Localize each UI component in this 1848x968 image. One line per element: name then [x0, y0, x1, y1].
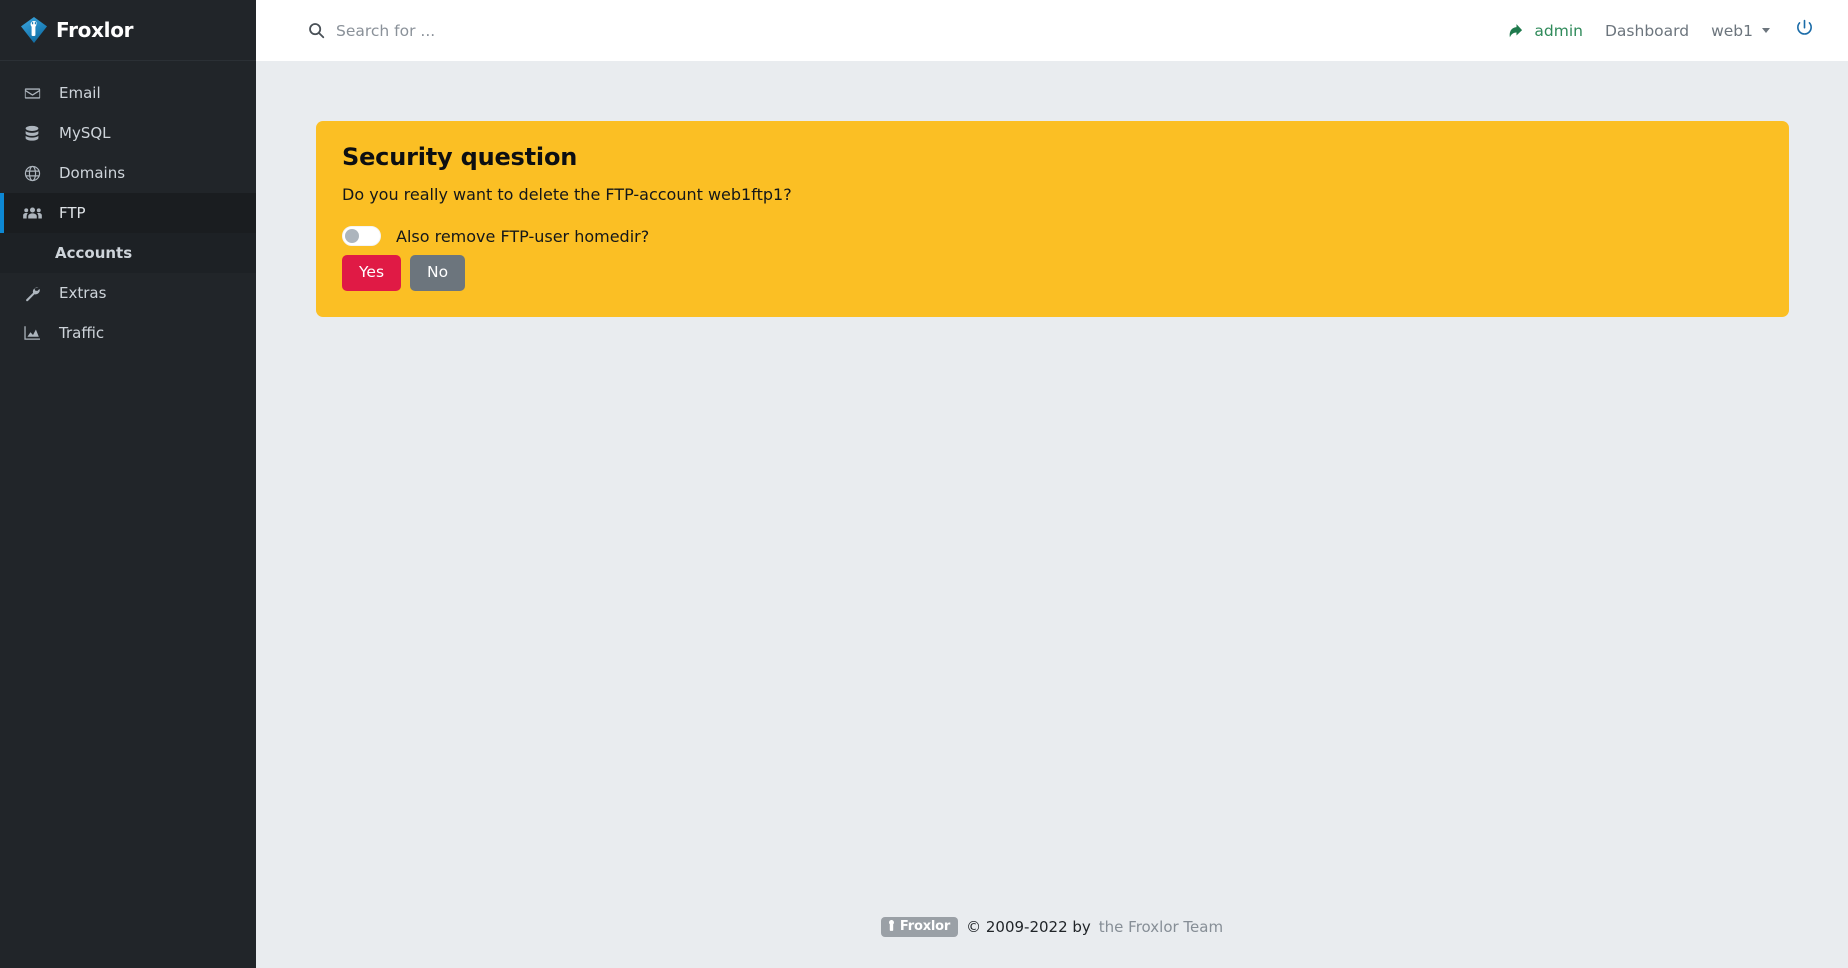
sidebar-item-accounts[interactable]: Accounts — [0, 233, 256, 273]
homedir-toggle-row: Also remove FTP-user homedir? — [342, 226, 1763, 246]
sidebar-item-label: Traffic — [59, 324, 105, 342]
froxlor-wrench-icon — [887, 919, 896, 934]
sidebar-item-mysql[interactable]: MySQL — [0, 113, 256, 153]
sidebar-item-domains[interactable]: Domains — [0, 153, 256, 193]
content-area: Security question Do you really want to … — [256, 61, 1848, 904]
main-area: admin Dashboard web1 Security que — [256, 0, 1848, 968]
sidebar-item-extras[interactable]: Extras — [0, 273, 256, 313]
chart-icon — [21, 325, 43, 341]
confirm-no-button[interactable]: No — [410, 255, 466, 292]
panel-title: Security question — [342, 143, 578, 171]
users-icon — [21, 205, 43, 221]
globe-icon — [21, 165, 43, 182]
dashboard-label: Dashboard — [1604, 21, 1690, 40]
admin-back-link[interactable]: admin — [1498, 22, 1594, 40]
search-icon — [308, 22, 325, 39]
panel-question-text: Do you really want to delete the FTP-acc… — [342, 185, 792, 204]
database-icon — [21, 125, 43, 142]
wrench-icon — [21, 285, 43, 302]
sidebar-item-ftp[interactable]: FTP — [0, 193, 256, 233]
footer-badge-text: Froxlor — [899, 919, 951, 934]
sidebar-item-label: Domains — [59, 164, 126, 182]
remove-homedir-toggle[interactable] — [342, 226, 381, 246]
sidebar-item-traffic[interactable]: Traffic — [0, 313, 256, 353]
envelope-icon — [21, 85, 43, 102]
dashboard-link[interactable]: Dashboard — [1594, 22, 1700, 40]
panel-button-row: Yes No — [342, 255, 1763, 292]
admin-label: admin — [1534, 21, 1583, 40]
confirm-yes-button[interactable]: Yes — [342, 255, 402, 292]
froxlor-wrench-logo-icon — [21, 17, 47, 43]
customer-dropdown[interactable]: web1 — [1700, 22, 1781, 40]
search-input[interactable] — [336, 21, 756, 40]
sidebar-item-label: Extras — [59, 284, 107, 302]
sidebar-item-label: FTP — [59, 204, 86, 222]
brand-name: Froxlor — [56, 18, 134, 42]
sidebar-subitem-label: Accounts — [55, 244, 133, 262]
sidebar-item-label: Email — [59, 84, 101, 102]
chevron-down-icon — [1762, 28, 1770, 33]
customer-label: web1 — [1711, 21, 1753, 40]
topbar-nav: admin Dashboard web1 — [1498, 19, 1822, 42]
footer-team-link[interactable]: the Froxlor Team — [1099, 918, 1223, 936]
sidebar-item-label: MySQL — [59, 124, 111, 142]
sidebar: Froxlor Email MySQL Domains FTP Accounts… — [0, 0, 256, 968]
sidebar-item-email[interactable]: Email — [0, 73, 256, 113]
logout-button[interactable] — [1781, 19, 1822, 42]
security-question-panel: Security question Do you really want to … — [316, 121, 1789, 318]
back-arrow-icon — [1509, 23, 1527, 39]
topbar: admin Dashboard web1 — [256, 0, 1848, 61]
sidebar-nav: Email MySQL Domains FTP Accounts Extras … — [0, 61, 256, 353]
brand-logo[interactable]: Froxlor — [0, 0, 256, 61]
remove-homedir-label: Also remove FTP-user homedir? — [396, 226, 650, 246]
power-icon — [1795, 19, 1814, 42]
search-box[interactable] — [256, 21, 1498, 40]
footer: Froxlor © 2009-2022 by the Froxlor Team — [256, 904, 1848, 968]
toggle-knob — [345, 229, 359, 243]
footer-copyright: © 2009-2022 by — [966, 918, 1091, 936]
footer-froxlor-badge: Froxlor — [880, 917, 959, 937]
